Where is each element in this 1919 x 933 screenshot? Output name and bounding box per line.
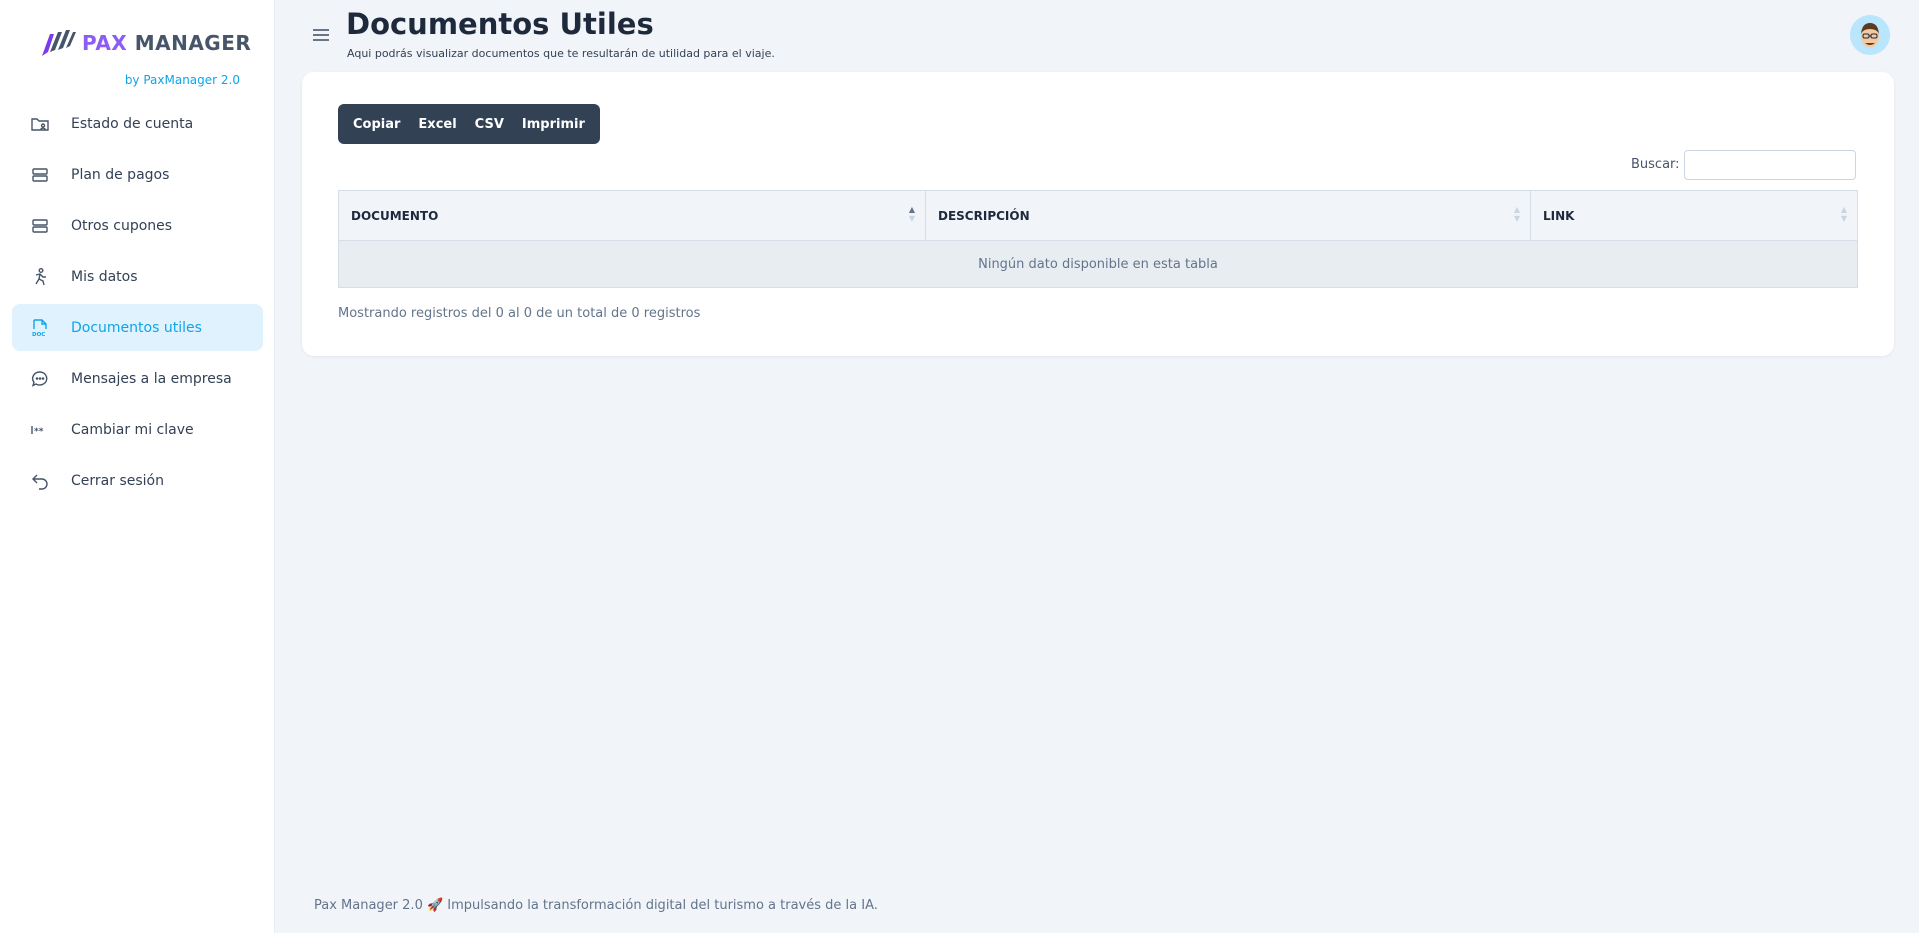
sidebar-item-cambiar-clave[interactable]: ** Cambiar mi clave [12,406,263,453]
pax-logo-icon [42,30,76,56]
sidebar-nav: Estado de cuenta Plan de pagos Otros cup… [12,100,263,508]
column-header-label: LINK [1543,208,1575,223]
svg-text:DOC: DOC [32,332,45,338]
sidebar-item-plan-de-pagos[interactable]: Plan de pagos [12,151,263,198]
sidebar-item-cerrar-sesion[interactable]: Cerrar sesión [12,457,263,504]
sidebar-item-label: Documentos utiles [71,319,202,336]
sidebar-item-label: Cerrar sesión [71,472,164,489]
page-title: Documentos Utiles [346,7,654,41]
brand-name: PAX MANAGER [82,31,251,55]
search-input[interactable] [1684,150,1856,180]
stack-icon [30,165,50,185]
sort-icon: ▲ ▼ [1513,205,1520,223]
person-running-icon [30,267,50,287]
column-header-label: DESCRIPCIÓN [938,208,1030,223]
sidebar-item-documentos-utiles[interactable]: DOC Documentos utiles [12,304,263,351]
sort-icon: ▲ ▼ [908,205,915,223]
logout-arrow-icon [30,471,50,491]
column-header-label: DOCUMENTO [351,208,439,223]
brand-logo[interactable]: PAX MANAGER [40,28,251,58]
doc-file-icon: DOC [30,318,50,338]
documents-table-wrapper: DOCUMENTO ▲ ▼ DESCRIPCIÓN ▲ ▼ LINK ▲ ▼ Ning… [338,190,1858,288]
avatar-face-icon [1850,15,1890,55]
user-avatar[interactable] [1850,15,1890,55]
csv-button[interactable]: CSV [466,104,513,144]
chat-bubble-icon [30,369,50,389]
hamburger-icon [313,29,329,41]
sidebar-item-otros-cupones[interactable]: Otros cupones [12,202,263,249]
account-folder-icon [30,114,50,134]
documents-table: DOCUMENTO ▲ ▼ DESCRIPCIÓN ▲ ▼ LINK ▲ ▼ Ning… [338,190,1858,288]
svg-text:**: ** [34,427,44,437]
table-header-row: DOCUMENTO ▲ ▼ DESCRIPCIÓN ▲ ▼ LINK ▲ ▼ [338,190,1858,241]
copy-button[interactable]: Copiar [344,104,409,144]
excel-button[interactable]: Excel [409,104,465,144]
sidebar-item-label: Mensajes a la empresa [71,370,232,387]
documents-card: Copiar Excel CSV Imprimir Buscar: DOCUME… [302,72,1894,356]
stack-icon [30,216,50,236]
brand-subtitle: by PaxManager 2.0 [124,73,240,87]
sort-icon: ▲ ▼ [1840,205,1847,223]
print-button[interactable]: Imprimir [513,104,594,144]
column-header-descripcion[interactable]: DESCRIPCIÓN ▲ ▼ [925,190,1531,241]
table-info: Mostrando registros del 0 al 0 de un tot… [338,306,701,321]
export-button-group: Copiar Excel CSV Imprimir [338,104,600,144]
column-header-link[interactable]: LINK ▲ ▼ [1530,190,1858,241]
page-footer: Pax Manager 2.0 🚀 Impulsando la transfor… [314,898,878,913]
sidebar-item-mensajes[interactable]: Mensajes a la empresa [12,355,263,402]
sidebar-item-label: Mis datos [71,268,138,285]
password-icon: ** [30,420,50,440]
empty-table-message: Ningún dato disponible en esta tabla [338,240,1858,288]
sidebar-item-label: Cambiar mi clave [71,421,194,438]
menu-toggle-button[interactable] [311,25,331,45]
table-row: Ningún dato disponible en esta tabla [338,240,1858,288]
sidebar-item-label: Otros cupones [71,217,173,234]
column-header-documento[interactable]: DOCUMENTO ▲ ▼ [338,190,926,241]
brand-name-manager: MANAGER [134,31,252,55]
sidebar-item-label: Estado de cuenta [71,115,194,132]
sidebar-item-mis-datos[interactable]: Mis datos [12,253,263,300]
sidebar-item-label: Plan de pagos [71,166,170,183]
page-subtitle: Aqui podrás visualizar documentos que te… [347,47,775,60]
sidebar: PAX MANAGER by PaxManager 2.0 Estado de … [0,0,275,933]
search-label: Buscar: [1631,157,1680,172]
sidebar-item-estado-de-cuenta[interactable]: Estado de cuenta [12,100,263,147]
brand-name-pax: PAX [82,31,128,55]
